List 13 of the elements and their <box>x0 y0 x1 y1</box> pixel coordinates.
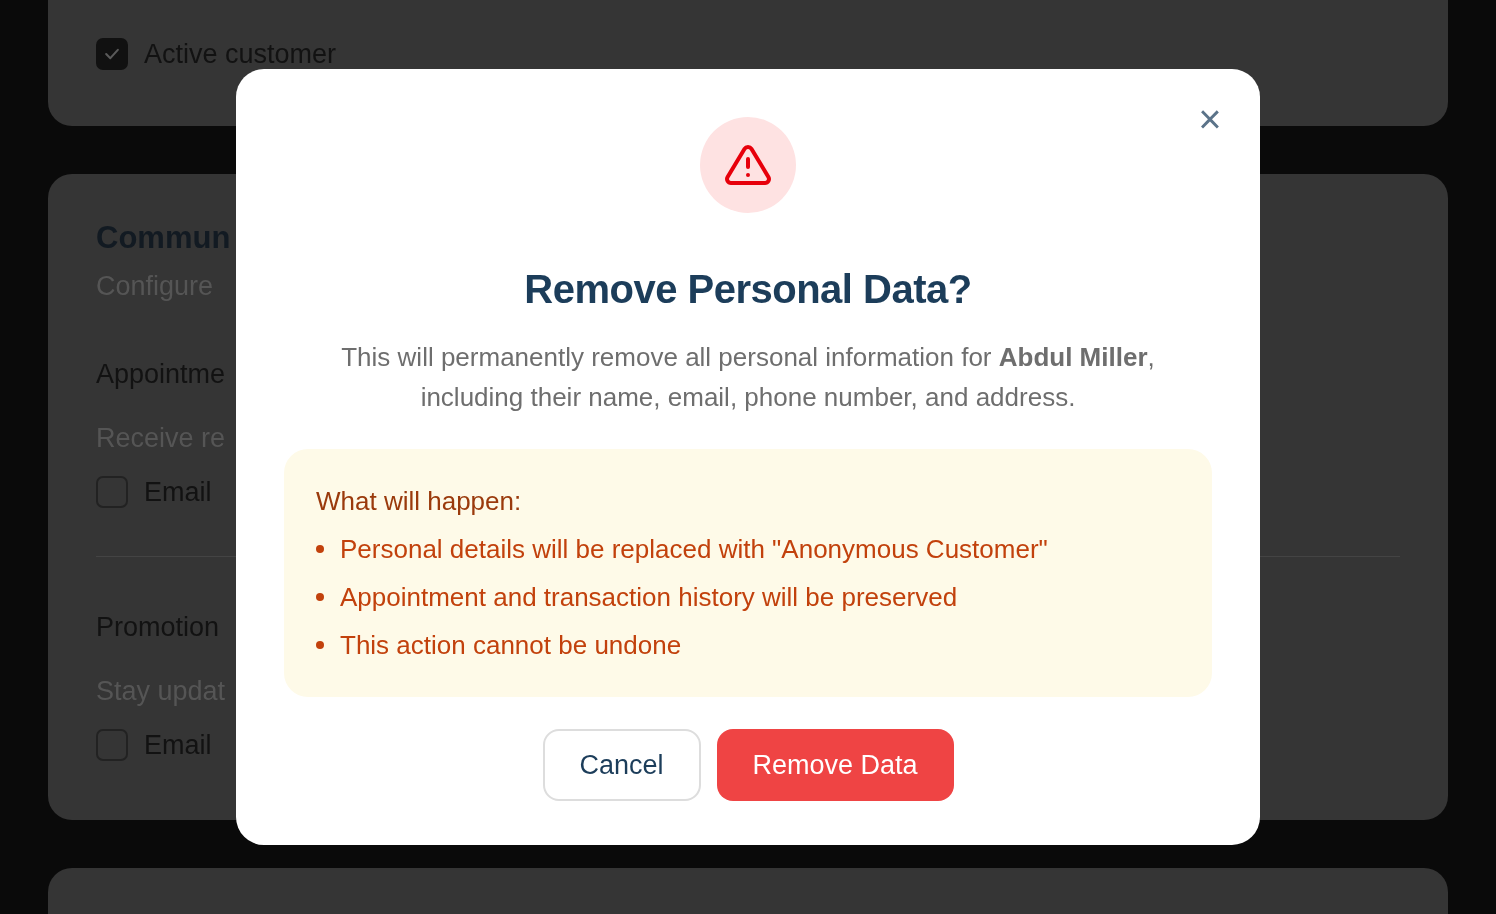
cancel-button[interactable]: Cancel <box>542 729 701 801</box>
notice-item: Appointment and transaction history will be preserved <box>340 581 958 614</box>
close-button[interactable]: × <box>1194 103 1226 135</box>
remove-button[interactable]: Remove Data <box>716 729 954 801</box>
notice-heading: What will happen: <box>316 485 523 518</box>
dialog-message: This will permanently remove all personal information for Abdul Miller, including their name, email, phone number, and address. <box>340 341 1156 414</box>
bullet-icon <box>316 545 324 553</box>
dialog-title: Remove Personal Data? <box>524 266 972 313</box>
bullet-icon <box>316 641 324 649</box>
checkbox[interactable] <box>96 38 128 70</box>
notice-item: Personal details will be replaced with "Anonymous Customer" <box>340 533 1048 566</box>
bullet-icon <box>316 593 324 601</box>
notice-item: This action cannot be undone <box>340 629 682 662</box>
